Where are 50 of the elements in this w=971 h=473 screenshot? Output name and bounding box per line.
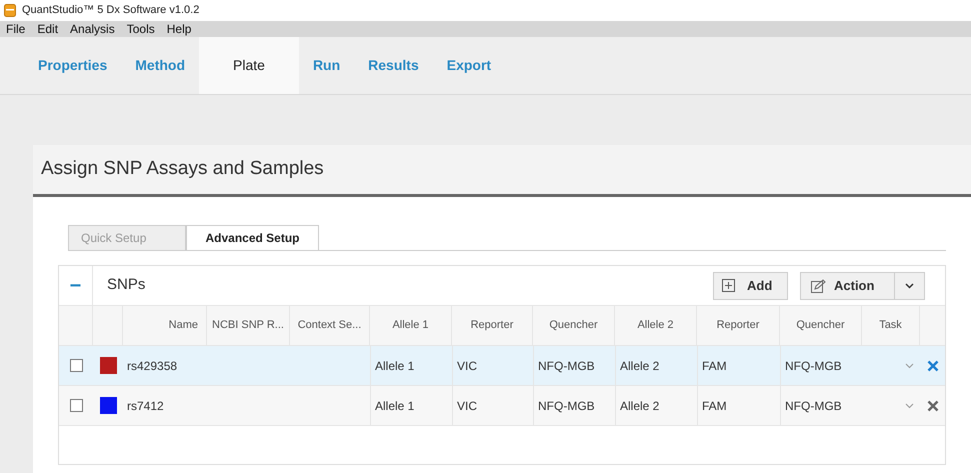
caret-icon	[905, 282, 914, 288]
table-cell-text: FAM	[702, 358, 727, 374]
menu-item[interactable]: Help	[160, 21, 198, 37]
column-header: Allele 1	[370, 306, 452, 345]
plus-box-icon	[722, 279, 735, 292]
column-header: Allele 2	[615, 306, 697, 345]
action-button[interactable]: Action	[800, 272, 895, 300]
section-title: SNPs	[107, 275, 146, 296]
menu-item[interactable]: Analysis	[64, 21, 121, 37]
action-dropdown[interactable]	[895, 272, 925, 300]
table-cell-text: rs7412	[127, 398, 164, 414]
column-header: Reporter	[452, 306, 533, 345]
column-header: Reporter	[697, 306, 780, 345]
close-icon[interactable]	[926, 400, 938, 412]
column-header: Task	[862, 306, 920, 345]
table-row[interactable]: rs429358 Allele 1 VIC NFQ-MGB Allele 2 FAM NFQ-MGB	[59, 346, 945, 386]
panel-title: Assign SNP Assays and Samples	[41, 157, 324, 182]
caret-icon[interactable]	[905, 362, 914, 368]
column-header: Quencher	[533, 306, 615, 345]
menu-item[interactable]: File	[0, 21, 32, 37]
window-title: QuantStudio™ 5 Dx Software v1.0.2	[22, 3, 200, 18]
menu-item[interactable]: Tools	[120, 21, 161, 37]
table-cell-text: rs429358	[127, 358, 178, 374]
table-cell-text: Allele 1	[375, 398, 414, 414]
edit-icon	[811, 278, 826, 292]
table-cell-text: NFQ-MGB	[538, 398, 595, 414]
table-cell-text: NFQ-MGB	[785, 398, 842, 414]
column-header: Quencher	[780, 306, 862, 345]
row-checkbox[interactable]	[70, 359, 82, 372]
row-checkbox[interactable]	[70, 399, 82, 412]
table-cell-text: NFQ-MGB	[538, 358, 595, 374]
column-header: Context Se...	[290, 306, 370, 345]
table-cell-text: Allele 1	[375, 358, 414, 374]
add-button[interactable]: Add	[713, 272, 788, 300]
table-cell-text: VIC	[457, 398, 478, 414]
close-icon[interactable]	[926, 360, 938, 372]
table-cell-text: VIC	[457, 358, 478, 374]
column-header: NCBI SNP R...	[207, 306, 290, 345]
app-icon	[4, 4, 16, 17]
collapse-button[interactable]: −	[59, 266, 93, 305]
table-cell-text: FAM	[702, 398, 727, 414]
column-header: Name	[123, 306, 207, 345]
nav-tab[interactable]: Plate	[199, 37, 299, 94]
table-cell-text: Allele 2	[620, 398, 660, 414]
table-cell-text: NFQ-MGB	[785, 358, 842, 374]
caret-icon[interactable]	[905, 402, 914, 408]
menu-item[interactable]: Edit	[31, 21, 64, 37]
table-row[interactable]: rs7412 Allele 1 VIC NFQ-MGB Allele 2 FAM NFQ-MGB	[59, 386, 945, 426]
setup-tab[interactable]: Advanced Setup	[186, 225, 319, 250]
table-cell-text: Allele 2	[620, 358, 660, 374]
